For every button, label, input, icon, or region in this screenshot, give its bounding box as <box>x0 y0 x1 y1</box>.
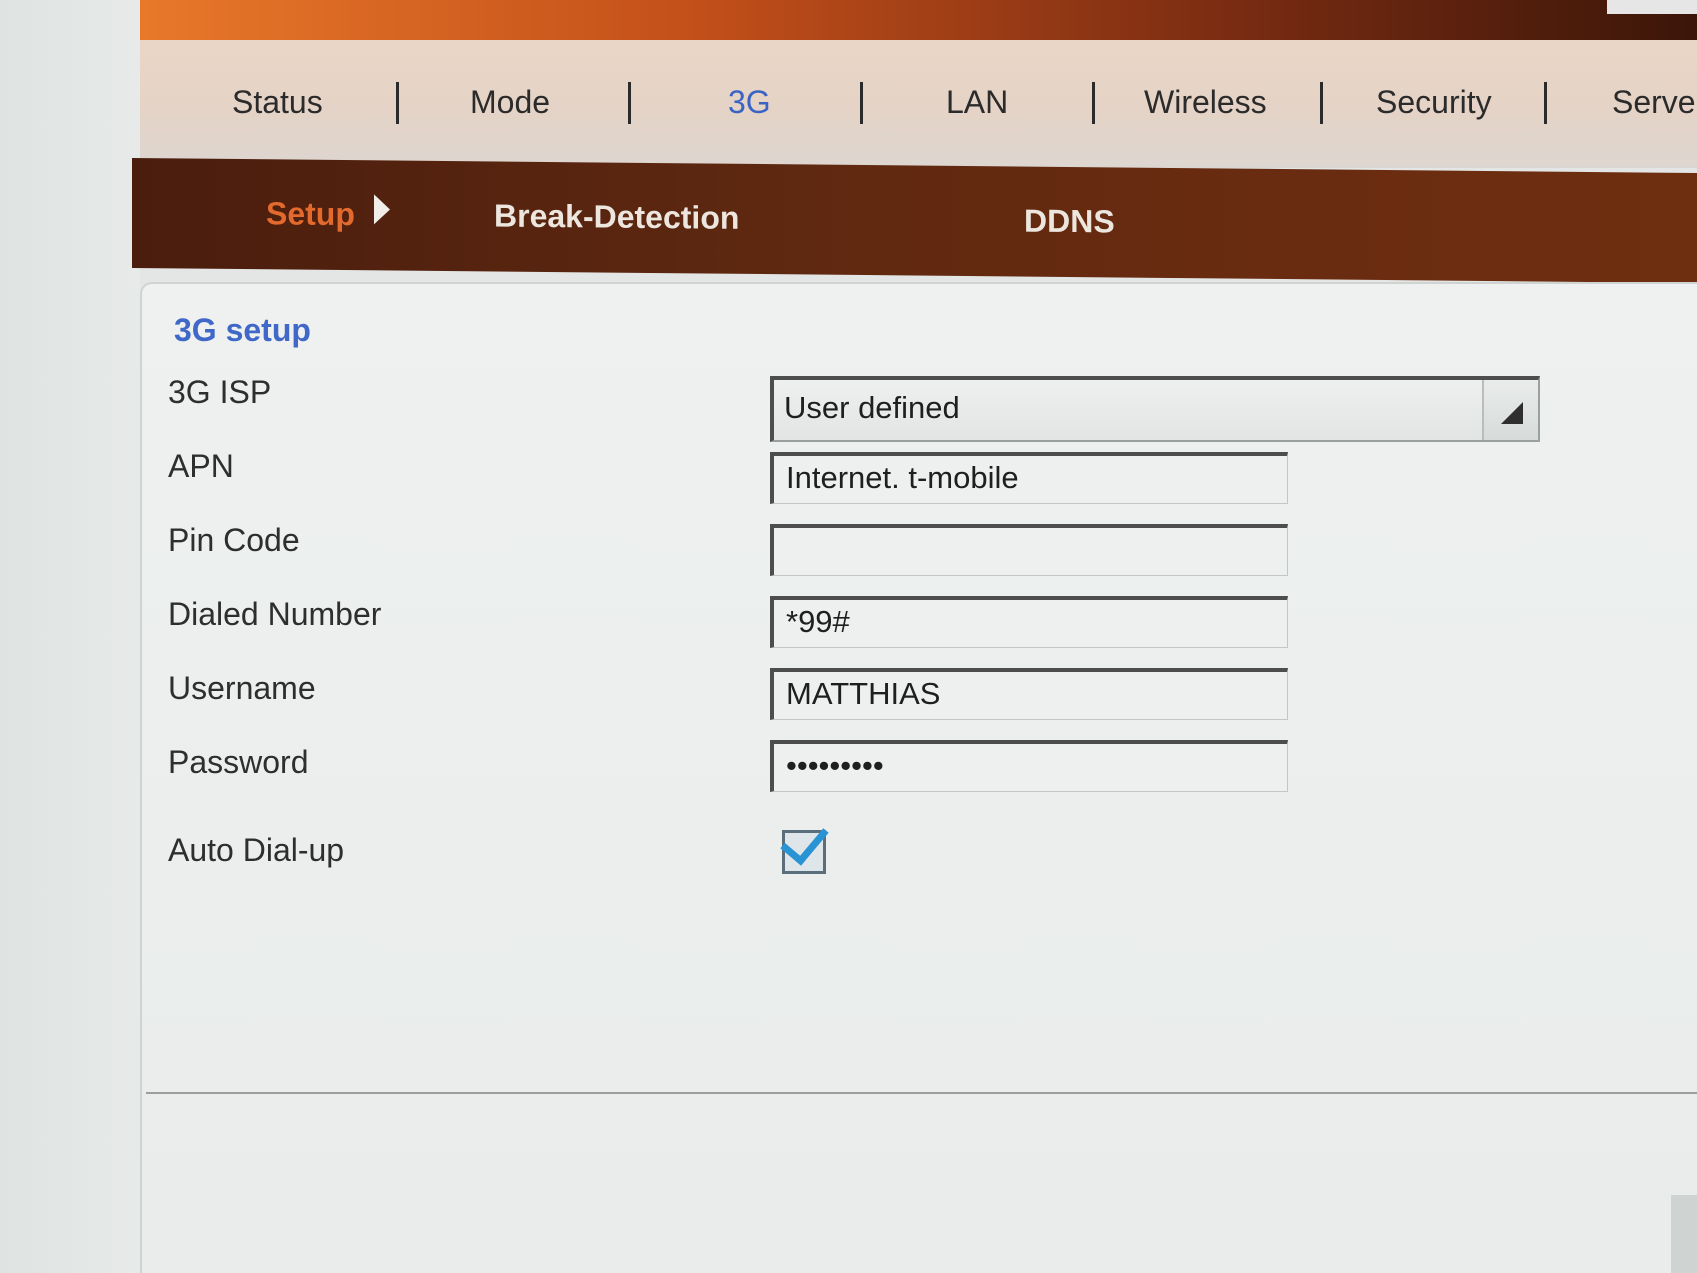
divider <box>146 1092 1697 1094</box>
router-admin-page: Status Mode 3G LAN Wireless Security Ser… <box>0 0 1697 1273</box>
sub-navigation: Setup Break-Detection DDNS <box>132 158 1697 284</box>
isp-select[interactable]: User defined <box>770 376 1540 442</box>
auto-dialup-checkbox[interactable] <box>780 815 829 874</box>
top-navigation: Status Mode 3G LAN Wireless Security Ser… <box>140 40 1697 168</box>
dialed-number-input[interactable]: *99# <box>770 596 1288 648</box>
nav-lan[interactable]: LAN <box>946 84 1008 121</box>
isp-label: 3G ISP <box>168 374 272 410</box>
nav-server[interactable]: Server <box>1612 84 1697 121</box>
password-input[interactable]: ••••••••• <box>770 740 1288 792</box>
nav-separator <box>396 82 399 124</box>
subnav-setup[interactable]: Setup <box>266 195 355 233</box>
pin-code-input[interactable] <box>770 524 1288 576</box>
apn-label: APN <box>168 448 234 484</box>
isp-select-value: User defined <box>784 390 960 425</box>
scrollbar[interactable] <box>1671 1195 1697 1273</box>
play-arrow-icon <box>374 194 390 225</box>
dropdown-arrow-icon <box>1501 402 1523 424</box>
pin-code-label: Pin Code <box>168 522 300 558</box>
nav-separator <box>628 82 631 124</box>
apn-input[interactable]: Internet. t-mobile <box>770 452 1288 504</box>
username-input[interactable]: MATTHIAS <box>770 668 1288 720</box>
nav-security[interactable]: Security <box>1376 84 1492 121</box>
password-label: Password <box>168 744 309 780</box>
nav-3g[interactable]: 3G <box>728 84 771 121</box>
nav-mode[interactable]: Mode <box>470 84 550 121</box>
section-title: 3G setup <box>174 312 311 348</box>
nav-separator <box>1320 82 1323 124</box>
banner-tab <box>1607 0 1697 14</box>
nav-separator <box>860 82 863 124</box>
nav-separator <box>1544 82 1547 124</box>
username-label: Username <box>168 670 316 706</box>
header-banner <box>140 0 1697 40</box>
left-margin <box>0 0 140 1273</box>
dialed-number-label: Dialed Number <box>168 596 382 632</box>
nav-wireless[interactable]: Wireless <box>1144 84 1267 121</box>
subnav-ddns[interactable]: DDNS <box>1024 203 1115 241</box>
nav-status[interactable]: Status <box>232 84 323 121</box>
nav-separator <box>1092 82 1095 124</box>
subnav-break-detection[interactable]: Break-Detection <box>494 197 739 236</box>
dropdown-button[interactable] <box>1482 380 1538 440</box>
auto-dialup-label: Auto Dial-up <box>168 832 345 868</box>
